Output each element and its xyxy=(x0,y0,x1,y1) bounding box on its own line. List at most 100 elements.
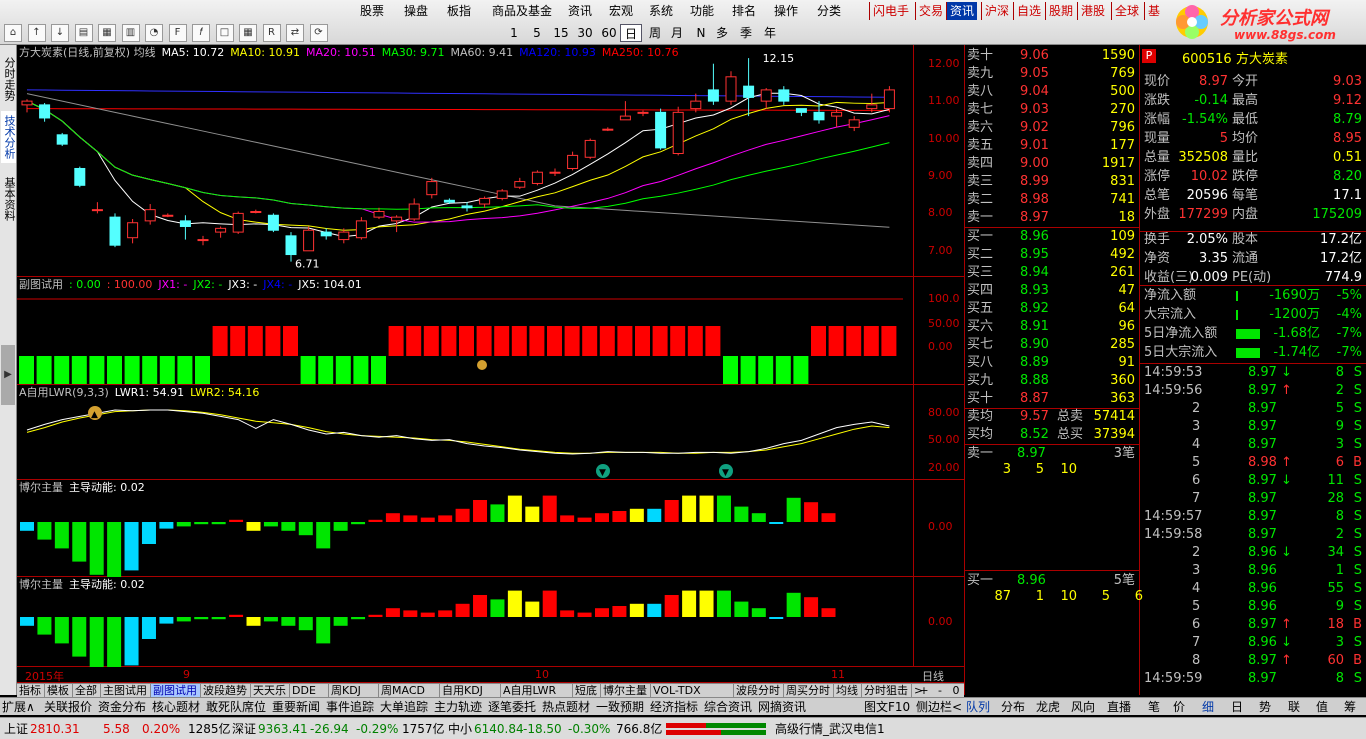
right-menu-0[interactable]: 闪电手 xyxy=(869,2,912,20)
zoom-button-2[interactable]: 0 xyxy=(949,684,963,697)
pie-icon[interactable]: ◔ xyxy=(145,24,163,42)
candle[interactable] xyxy=(479,196,491,208)
ask-7-price[interactable]: 9.03 xyxy=(1020,101,1049,119)
bid-9-price[interactable]: 8.88 xyxy=(1020,372,1049,390)
panel-tab-6[interactable]: 价 xyxy=(1173,698,1185,716)
menu-2[interactable]: 板指 xyxy=(447,2,471,19)
bid-10-price[interactable]: 8.87 xyxy=(1020,390,1049,408)
f10-icon[interactable]: F xyxy=(168,24,187,42)
period-8[interactable]: N xyxy=(690,24,712,42)
side-tab-0[interactable]: 图文F10 xyxy=(864,698,910,716)
indicator-tab-15[interactable]: 波段分时 xyxy=(734,684,784,698)
info-tab-10[interactable]: 热点题材 xyxy=(542,698,590,716)
indicator-tab-10[interactable]: 自用KDJ xyxy=(440,684,501,698)
grid-icon[interactable]: ▦ xyxy=(98,24,116,42)
right-menu-7[interactable]: 全球 xyxy=(1111,2,1142,20)
info-tab-9[interactable]: 逐笔委托 xyxy=(488,698,536,716)
candle[interactable] xyxy=(250,209,262,214)
menu-8[interactable]: 排名 xyxy=(732,2,756,19)
right-menu-5[interactable]: 股期 xyxy=(1045,2,1076,20)
indicator-tab-6[interactable]: 天天乐 xyxy=(251,684,290,698)
bid-8-price[interactable]: 8.89 xyxy=(1020,354,1049,372)
period-0[interactable]: 1 xyxy=(503,24,525,42)
indicator-tab-14[interactable]: VOL-TDX xyxy=(651,684,734,698)
candle[interactable] xyxy=(760,88,772,109)
indicator-tab-12[interactable]: 短底 xyxy=(573,684,601,698)
right-menu-2[interactable]: 资讯 xyxy=(946,2,978,20)
indicator-tab-5[interactable]: 波段趋势 xyxy=(201,684,251,698)
indicator-tab-13[interactable]: 博尔主量 xyxy=(601,684,651,698)
candle[interactable] xyxy=(197,235,209,246)
candle[interactable] xyxy=(655,108,667,150)
main-kline-panel[interactable]: 方大炭素(日线,前复权) 均线 MA5: 10.72 MA10: 10.91 MA20… xyxy=(17,45,964,277)
indicator-tab-0[interactable]: 指标 xyxy=(17,684,45,698)
lwr-line-chart[interactable]: ▲ ▼ ▼ xyxy=(17,385,913,480)
menu-5[interactable]: 宏观 xyxy=(609,2,633,19)
candle[interactable] xyxy=(883,86,895,113)
period-11[interactable]: 年 xyxy=(759,24,781,42)
panel-tab-0[interactable]: 队列 xyxy=(966,698,990,716)
server-name[interactable]: 高级行情_武汉电信1 xyxy=(775,720,885,738)
collapse-arrow-icon[interactable]: ▶ xyxy=(1,345,15,405)
indicator-tab-3[interactable]: 主图试用 xyxy=(101,684,151,698)
candle[interactable] xyxy=(373,207,385,219)
menu-9[interactable]: 操作 xyxy=(774,2,798,19)
ask-2-price[interactable]: 8.98 xyxy=(1020,191,1049,209)
candle[interactable] xyxy=(162,213,174,218)
candle[interactable] xyxy=(602,127,614,132)
candle[interactable] xyxy=(215,226,227,238)
indicator-tab-9[interactable]: 周MACD xyxy=(379,684,440,698)
indicator-tab-1[interactable]: 模板 xyxy=(45,684,73,698)
candle[interactable] xyxy=(743,58,755,117)
menu-1[interactable]: 操盘 xyxy=(404,2,428,19)
period-3[interactable]: 30 xyxy=(574,24,596,42)
bid-5-price[interactable]: 8.92 xyxy=(1020,300,1049,318)
menu-10[interactable]: 分类 xyxy=(817,2,841,19)
ask-5-price[interactable]: 9.01 xyxy=(1020,137,1049,155)
period-4[interactable]: 60 xyxy=(598,24,620,42)
info-tab-2[interactable]: 资金分布 xyxy=(98,698,146,716)
candle[interactable] xyxy=(831,108,843,128)
candle[interactable] xyxy=(232,211,244,234)
tab-fundamental[interactable]: 基本资料 xyxy=(1,173,16,225)
candle[interactable] xyxy=(355,217,367,240)
panel-tab-11[interactable]: 值 xyxy=(1316,698,1328,716)
candle[interactable] xyxy=(461,202,473,212)
candle[interactable] xyxy=(91,202,103,214)
info-tab-12[interactable]: 经济指标 xyxy=(650,698,698,716)
menu-0[interactable]: 股票 xyxy=(360,2,384,19)
bid-6-price[interactable]: 8.91 xyxy=(1020,318,1049,336)
candle[interactable] xyxy=(619,101,631,121)
right-menu-6[interactable]: 港股 xyxy=(1077,2,1108,20)
panel-tab-3[interactable]: 风向 xyxy=(1071,698,1095,716)
panel-tab-1[interactable]: 分布 xyxy=(1001,698,1025,716)
period-1[interactable]: 5 xyxy=(526,24,548,42)
indicator-tab-11[interactable]: A自用LWR xyxy=(501,684,573,698)
candle[interactable] xyxy=(514,177,526,190)
sub1-panel[interactable]: 副图试用: 0.00: 100.00 JX1: - JX2: - JX3: - JX4:… xyxy=(17,277,964,385)
right-menu-1[interactable]: 交易 xyxy=(915,2,946,20)
candle[interactable] xyxy=(56,132,68,147)
down-icon[interactable]: ▤ xyxy=(74,24,93,42)
zoom-button-0[interactable]: + xyxy=(917,684,931,697)
period-10[interactable]: 季 xyxy=(735,24,757,42)
candlestick-chart[interactable]: 12.15 6.71 xyxy=(17,45,913,277)
period-5[interactable]: 日 xyxy=(620,24,642,42)
candle[interactable] xyxy=(707,63,719,105)
switch-icon[interactable]: ⇄ xyxy=(286,24,304,42)
info-tab-7[interactable]: 大单追踪 xyxy=(380,698,428,716)
candle[interactable] xyxy=(549,168,561,176)
candle[interactable] xyxy=(320,228,332,240)
indicator-tab-18[interactable]: 分时狙击 xyxy=(862,684,912,698)
sub1-bar-chart[interactable] xyxy=(17,277,913,385)
right-menu-4[interactable]: 自选 xyxy=(1013,2,1044,20)
candle[interactable] xyxy=(637,110,649,117)
tab-intraday[interactable]: 分时走势 xyxy=(1,53,16,105)
momentum-panel-2[interactable]: 博尔主量 主导动能: 0.02 0.00 xyxy=(17,577,964,667)
panel-tab-4[interactable]: 直播 xyxy=(1107,698,1131,716)
info-tab-0[interactable]: 扩展∧ xyxy=(2,698,35,716)
news-icon[interactable]: □ xyxy=(215,24,234,42)
ask-1-price[interactable]: 8.97 xyxy=(1020,209,1049,227)
candle[interactable] xyxy=(127,219,139,244)
tab-technical[interactable]: 技术分析 xyxy=(1,111,16,163)
